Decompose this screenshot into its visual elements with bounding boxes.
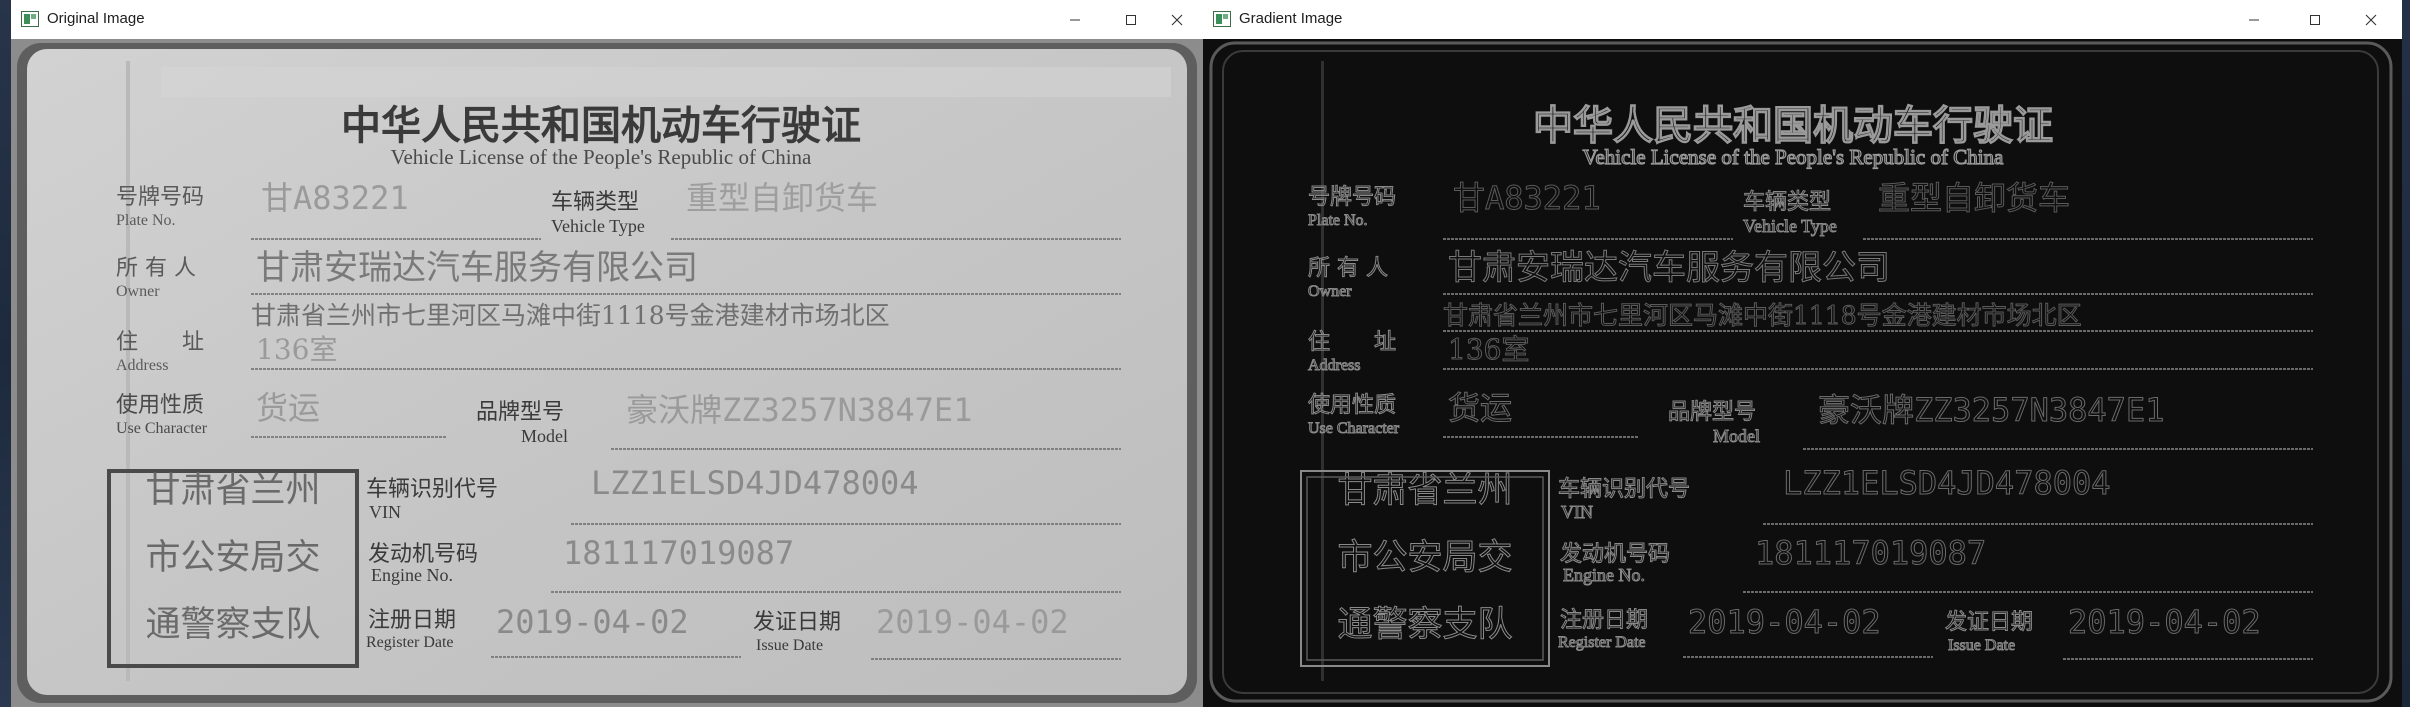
- type-label-en: Vehicle Type: [551, 216, 645, 236]
- address-line-1: 甘肃省兰州市七里河区马滩中街1118号金港建材市场北区: [1443, 301, 2082, 330]
- register-label: 注册日期: [368, 608, 456, 633]
- close-icon: [2365, 14, 2377, 25]
- address-label-en: Address: [116, 357, 168, 374]
- desktop-background-right: [2402, 0, 2410, 707]
- register-label: 注册日期: [1560, 608, 1648, 633]
- register-label-en: Register Date: [366, 634, 454, 651]
- type-label-en: Vehicle Type: [1743, 216, 1837, 236]
- gradient-photo: 中华人民共和国机动车行驶证 Vehicle License of the Peo…: [1203, 39, 2402, 707]
- address-label: 住 址: [1308, 330, 1396, 355]
- license-subtitle: Vehicle License of the People's Republic…: [1583, 145, 2004, 169]
- owner-value: 甘肃安瑞达汽车服务有限公司: [256, 248, 698, 288]
- window-title: Original Image: [47, 10, 145, 27]
- issue-label-en: Issue Date: [1948, 637, 2015, 654]
- plate-label-en: Plate No.: [1308, 212, 1368, 229]
- register-value: 2019-04-02: [496, 603, 689, 641]
- minimize-icon: [1070, 19, 1080, 20]
- plate-value: 甘A83221: [261, 179, 409, 217]
- vin-value: LZZ1ELSD4JD478004: [1783, 464, 2111, 502]
- type-label: 车辆类型: [551, 190, 639, 215]
- model-value: 豪沃牌ZZ3257N3847E1: [1818, 391, 2164, 429]
- seal-line-2: 市公安局交: [145, 538, 320, 578]
- minimize-button[interactable]: [1047, 0, 1103, 39]
- desktop-background: [0, 0, 11, 707]
- model-value: 豪沃牌ZZ3257N3847E1: [626, 391, 972, 429]
- plate-label: 号牌号码: [116, 185, 204, 210]
- engine-label: 发动机号码: [368, 542, 478, 567]
- address-label-en: Address: [1308, 357, 1360, 374]
- minimize-button[interactable]: [2226, 0, 2282, 39]
- address-line-1: 甘肃省兰州市七里河区马滩中街1118号金港建材市场北区: [251, 301, 890, 330]
- vin-label-en: VIN: [1561, 502, 1593, 522]
- type-value: 重型自卸货车: [686, 179, 878, 217]
- plate-label-en: Plate No.: [116, 212, 176, 229]
- engine-value: 181117019087: [1755, 534, 1986, 572]
- use-value: 货运: [256, 389, 320, 427]
- license-subtitle: Vehicle License of the People's Republic…: [391, 145, 812, 169]
- original-image-window: Original Image 中华人民共和国机动车行驶证 Vehicle Lic…: [11, 0, 1203, 707]
- issue-value: 2019-04-02: [2068, 603, 2261, 641]
- minimize-icon: [2249, 19, 2259, 20]
- window-title: Gradient Image: [1239, 10, 1343, 27]
- vin-value: LZZ1ELSD4JD478004: [591, 464, 919, 502]
- issue-label: 发证日期: [1945, 610, 2033, 635]
- vin-label: 车辆识别代号: [1558, 477, 1690, 502]
- maximize-icon: [1126, 14, 1136, 25]
- seal-line-2: 市公安局交: [1337, 538, 1512, 578]
- seal-line-3: 通警察支队: [145, 605, 320, 645]
- use-label-en: Use Character: [1308, 420, 1400, 437]
- vin-label: 车辆识别代号: [366, 477, 498, 502]
- license-title: 中华人民共和国机动车行驶证: [341, 102, 861, 149]
- owner-label: 所 有 人: [116, 256, 196, 281]
- address-line-2: 136室: [256, 333, 337, 366]
- engine-label: 发动机号码: [1560, 542, 1670, 567]
- image-canvas: 中华人民共和国机动车行驶证 Vehicle License of the Peo…: [1203, 39, 2402, 707]
- maximize-button[interactable]: [2287, 0, 2343, 39]
- model-label: 品牌型号: [1668, 400, 1756, 425]
- use-label: 使用性质: [1308, 393, 1396, 418]
- license-photo: 中华人民共和国机动车行驶证 Vehicle License of the Peo…: [11, 39, 1203, 707]
- use-value: 货运: [1448, 389, 1512, 427]
- model-label-en: Model: [521, 426, 568, 446]
- close-button[interactable]: [2343, 0, 2399, 39]
- image-canvas: 中华人民共和国机动车行驶证 Vehicle License of the Peo…: [11, 39, 1203, 707]
- opencv-window-icon: [21, 11, 39, 27]
- issue-label-en: Issue Date: [756, 637, 823, 654]
- model-label: 品牌型号: [476, 400, 564, 425]
- engine-label-en: Engine No.: [371, 565, 453, 585]
- owner-value: 甘肃安瑞达汽车服务有限公司: [1448, 248, 1890, 288]
- use-label: 使用性质: [116, 393, 204, 418]
- maximize-icon: [2310, 14, 2320, 25]
- register-value: 2019-04-02: [1688, 603, 1881, 641]
- seal-line-3: 通警察支队: [1337, 605, 1512, 645]
- use-label-en: Use Character: [116, 420, 208, 437]
- engine-value: 181117019087: [563, 534, 794, 572]
- license-title: 中华人民共和国机动车行驶证: [1533, 102, 2053, 149]
- gradient-image-window: Gradient Image 中华人民共和国机动车行驶证 Vehicle Lic…: [1203, 0, 2402, 707]
- opencv-window-icon: [1213, 11, 1231, 27]
- plate-label: 号牌号码: [1308, 185, 1396, 210]
- title-bar[interactable]: Gradient Image: [1203, 0, 2402, 40]
- vin-label-en: VIN: [369, 502, 401, 522]
- close-icon: [1171, 14, 1183, 25]
- owner-label-en: Owner: [1308, 283, 1352, 300]
- type-value: 重型自卸货车: [1878, 179, 2070, 217]
- address-line-2: 136室: [1448, 333, 1529, 366]
- close-button[interactable]: [1149, 0, 1205, 39]
- register-label-en: Register Date: [1558, 634, 1646, 651]
- engine-label-en: Engine No.: [1563, 565, 1645, 585]
- owner-label-en: Owner: [116, 283, 160, 300]
- plate-value: 甘A83221: [1453, 179, 1601, 217]
- issue-label: 发证日期: [753, 610, 841, 635]
- model-label-en: Model: [1713, 426, 1760, 446]
- issue-value: 2019-04-02: [876, 603, 1069, 641]
- seal-line-1: 甘肃省兰州: [145, 471, 320, 511]
- address-label: 住 址: [116, 330, 204, 355]
- title-bar[interactable]: Original Image: [11, 0, 1203, 40]
- type-label: 车辆类型: [1743, 190, 1831, 215]
- owner-label: 所 有 人: [1308, 256, 1388, 281]
